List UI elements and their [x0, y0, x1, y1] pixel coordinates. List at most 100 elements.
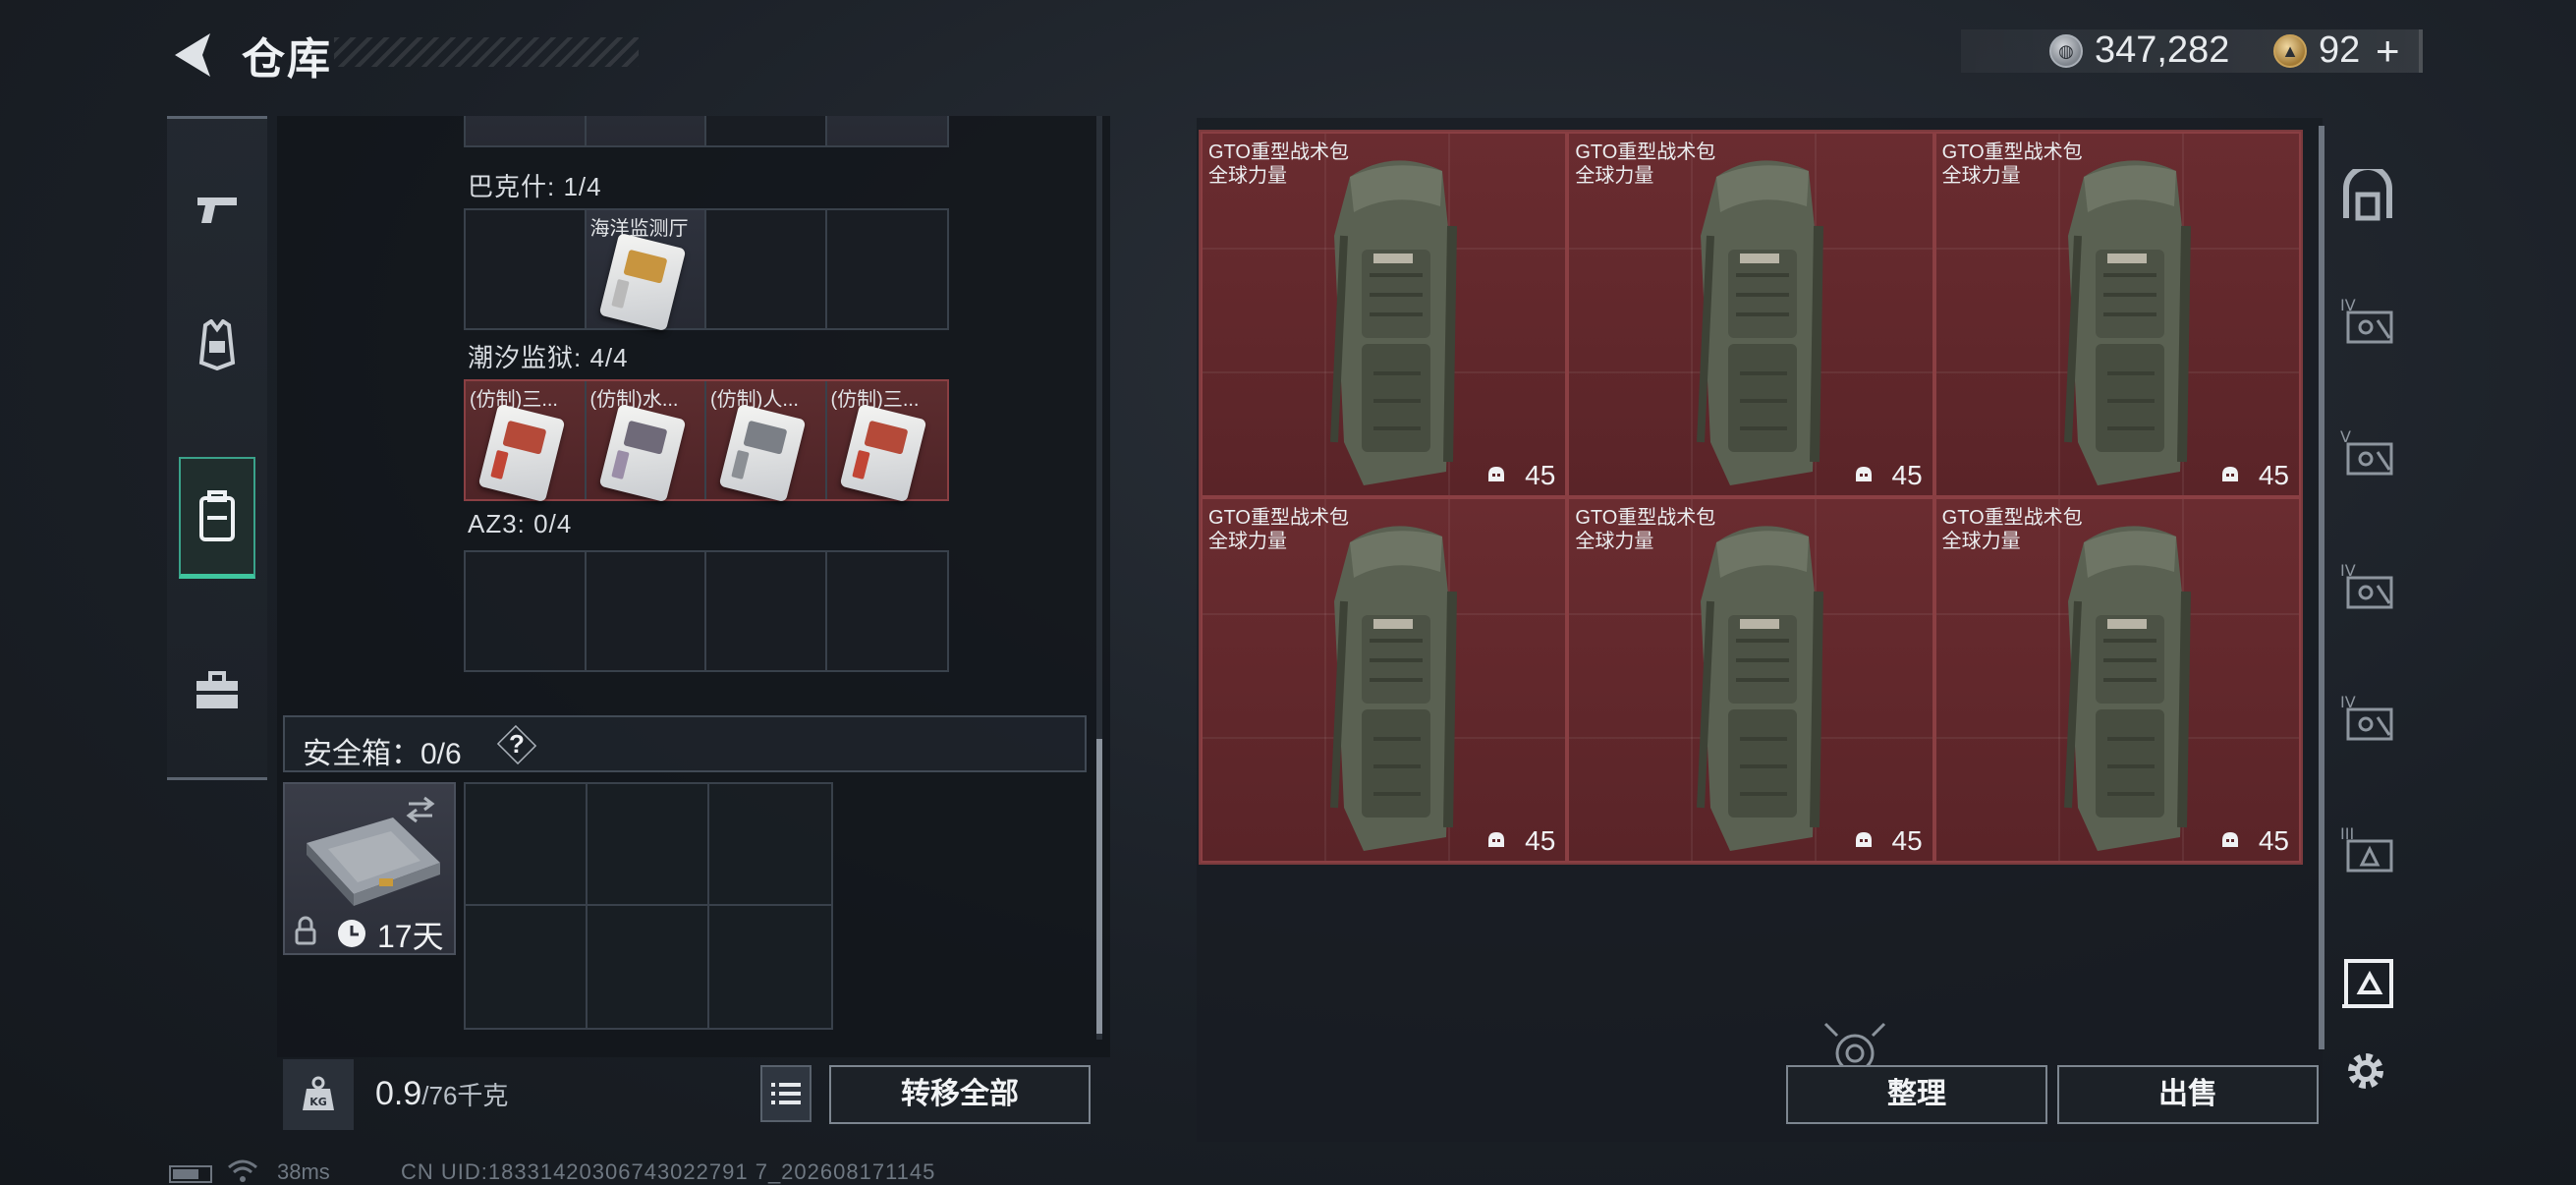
backpack-image	[1697, 526, 1824, 851]
durability-value: 45	[1891, 460, 1923, 490]
row-label: 巴克什: 1/4	[468, 172, 602, 201]
slot[interactable]	[706, 552, 827, 670]
durability-icon	[1488, 832, 1505, 847]
weight-max: /76千克	[421, 1081, 509, 1110]
backpack-image	[1330, 160, 1457, 486]
slot-item[interactable]: (仿制)人...	[706, 381, 827, 503]
safe-slot[interactable]	[588, 906, 709, 1028]
filter-tier-3[interactable]: III	[2334, 819, 2401, 882]
slot-item[interactable]: (仿制)三...	[466, 381, 587, 503]
back-arrow-icon[interactable]	[165, 28, 224, 83]
safe-slot[interactable]	[709, 784, 831, 906]
filter-all[interactable]	[2334, 165, 2401, 228]
item-label: (仿制)三...	[470, 389, 558, 411]
weight-icon: KG	[283, 1059, 354, 1130]
filter-tier-4[interactable]: IV	[2334, 291, 2401, 354]
item-label: (仿制)人...	[710, 389, 799, 411]
battery-level	[173, 1169, 198, 1179]
slot[interactable]	[827, 210, 948, 328]
slot[interactable]	[827, 552, 948, 670]
add-gold-button[interactable]: +	[2376, 28, 2400, 75]
category-nav	[167, 116, 267, 780]
slot-item[interactable]: (仿制)水...	[586, 381, 706, 503]
safe-slot[interactable]	[466, 906, 588, 1028]
gold-coin-icon: ▲	[2273, 34, 2307, 68]
slot[interactable]	[466, 116, 587, 145]
slot[interactable]	[466, 210, 587, 328]
help-icon[interactable]: ?	[497, 729, 536, 760]
stash-item[interactable]: GTO重型战术包 全球力量 45	[1567, 132, 1934, 497]
tier-3-icon: III	[2340, 824, 2393, 873]
scrollbar-thumb[interactable]	[1096, 739, 1102, 1034]
tier-4-icon: IV	[2340, 561, 2393, 609]
stash-item[interactable]: GTO重型战术包 全球力量 45	[1567, 497, 1934, 863]
safe-slot[interactable]	[588, 784, 709, 906]
all-tier-icon	[2343, 169, 2392, 221]
nav-weapons[interactable]	[179, 148, 255, 270]
settings-gear-icon[interactable]	[2338, 1044, 2393, 1099]
title-decoration	[334, 37, 639, 67]
row-label: 潮汐监狱: 4/4	[468, 343, 629, 372]
list-icon	[771, 1083, 801, 1104]
nav-backpack[interactable]	[179, 457, 255, 579]
backpack-image	[2063, 526, 2191, 851]
slot-item[interactable]: 海洋监测厅	[586, 210, 706, 332]
wifi-icon	[228, 1159, 257, 1182]
nav-supplies[interactable]	[179, 630, 255, 752]
item-label: 海洋监测厅	[589, 218, 689, 240]
backpack-image	[2063, 160, 2191, 486]
slot[interactable]	[826, 116, 947, 145]
weight-current: 0.9	[375, 1075, 422, 1112]
item-brand: 全球力量	[1941, 531, 2021, 552]
slot[interactable]	[586, 116, 706, 145]
item-label: (仿制)三...	[830, 389, 920, 411]
filter-tier-4c[interactable]: IV	[2334, 688, 2401, 751]
tier-5-icon: V	[2340, 427, 2393, 476]
filter-rail-divider	[2319, 126, 2324, 1049]
transfer-all-button[interactable]: 转移全部	[829, 1065, 1091, 1124]
durability-icon	[1855, 832, 1872, 847]
item-brand: 全球力量	[1208, 531, 1287, 552]
keycard-icon	[598, 232, 686, 332]
slot-row: 海洋监测厅	[464, 208, 949, 332]
filter-tier-4b[interactable]: IV	[2334, 556, 2401, 619]
sell-button[interactable]: 出售	[2057, 1065, 2319, 1124]
slot[interactable]	[706, 116, 827, 145]
stash-item[interactable]: GTO重型战术包 全球力量 45	[1933, 497, 2301, 863]
durability-value: 45	[1525, 460, 1556, 490]
safe-slot[interactable]	[709, 906, 831, 1028]
tier-4-icon: IV	[2340, 296, 2393, 344]
keycard-icon	[598, 403, 686, 503]
stash-item[interactable]: GTO重型战术包 全球力量 45	[1201, 132, 1568, 497]
slot[interactable]	[466, 552, 587, 670]
row-label: AZ3: 0/4	[468, 509, 573, 538]
durability-value: 45	[2258, 460, 2289, 490]
stash-item[interactable]: GTO重型战术包 全球力量 45	[1201, 497, 1568, 863]
slot[interactable]	[706, 210, 827, 328]
silver-amount: 347,282	[2095, 29, 2230, 71]
backpack-image	[1330, 526, 1457, 851]
item-brand: 全球力量	[1941, 165, 2021, 187]
gold-amount: 92	[2319, 29, 2361, 71]
safe-slot[interactable]	[466, 784, 588, 906]
safe-box-grid	[464, 782, 833, 1030]
durability-icon	[2222, 467, 2238, 481]
durability-icon	[1488, 467, 1505, 481]
stash-item[interactable]: GTO重型战术包 全球力量 45	[1933, 132, 2301, 497]
slot[interactable]	[587, 552, 706, 670]
svg-text:KG: KG	[309, 1096, 327, 1108]
filter-selected[interactable]	[2334, 951, 2401, 1014]
backpack-image	[1697, 160, 1824, 486]
list-view-button[interactable]	[760, 1065, 812, 1122]
slot-row: (仿制)三... (仿制)水... (仿制)人... (仿制)三...	[464, 379, 949, 503]
keycard-icon	[477, 403, 566, 503]
keycard-icon	[839, 403, 926, 503]
slot-item[interactable]: (仿制)三...	[826, 381, 947, 503]
sort-button[interactable]: 整理	[1786, 1065, 2047, 1124]
nav-armor[interactable]	[179, 284, 255, 406]
item-brand: 全球力量	[1208, 165, 1287, 187]
safe-box-label: 安全箱：0/6	[303, 738, 462, 770]
slot-row	[464, 550, 949, 672]
durability-value: 45	[1525, 825, 1556, 856]
filter-tier-5[interactable]: V	[2334, 423, 2401, 485]
